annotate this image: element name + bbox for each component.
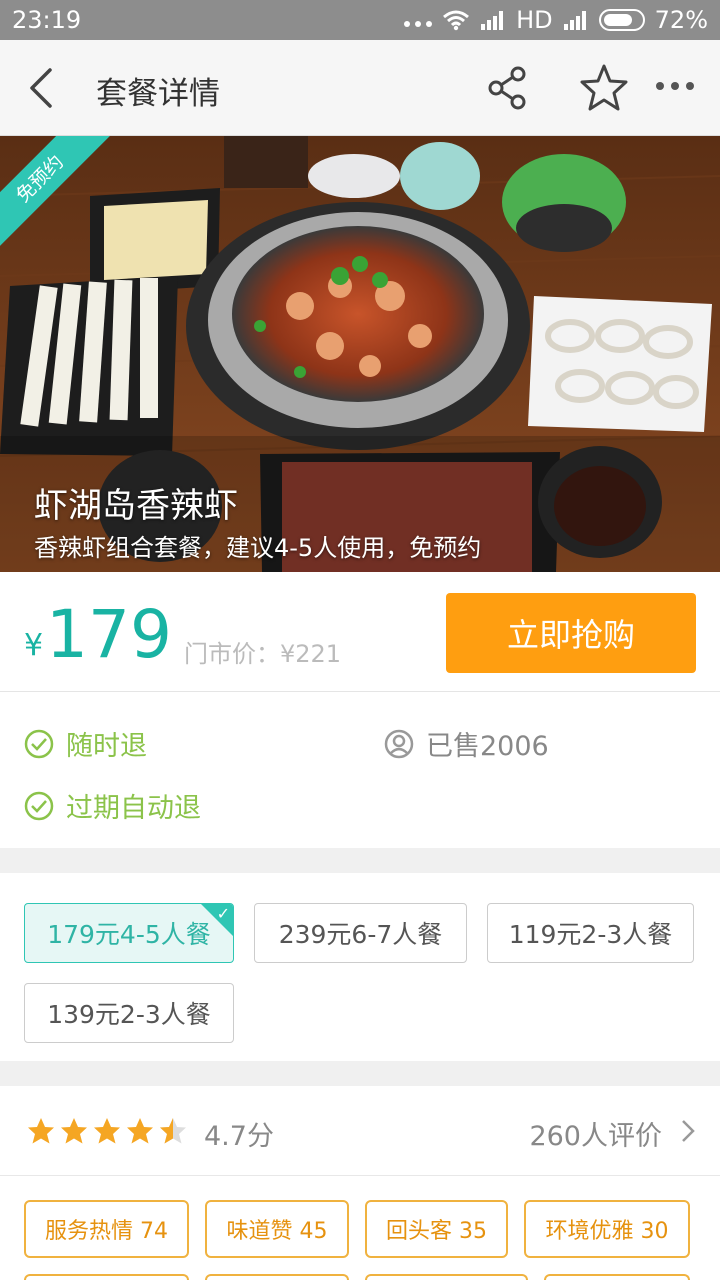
review-tag-partial[interactable] [205,1274,349,1280]
review-tag-partial[interactable] [544,1274,690,1280]
signal-icon-2 [563,11,586,30]
option-label: 119元2-3人餐 [508,920,673,949]
battery-level: 72% [654,6,708,34]
option-label: 239元6-7人餐 [278,920,443,949]
currency-symbol: ¥ [24,628,44,663]
back-arrow-icon[interactable] [20,64,64,112]
rating-score: 4.7分 [204,1121,274,1152]
review-tag-partial[interactable] [365,1274,528,1280]
feature-sold-count: 已售2006 [384,724,549,763]
deal-features: 随时退 已售2006 过期自动退 [0,692,720,848]
option-package-3[interactable]: 119元2-3人餐 [487,903,694,963]
page-title: 套餐详情 [96,76,220,112]
sold-count: 已售2006 [426,731,549,762]
star-full-icon [94,1118,120,1144]
feature-label: 过期自动退 [66,793,201,824]
review-tag[interactable]: 服务热情 74 [24,1200,189,1258]
original-price: 门市价：¥221 [184,640,342,668]
star-rating [26,1116,188,1146]
star-full-icon [28,1118,54,1144]
hero-image[interactable]: 免预约 虾湖岛香辣虾 香辣虾组合套餐，建议4-5人使用，免预约 [0,136,720,572]
star-full-icon [127,1118,153,1144]
chevron-right-icon[interactable] [680,1118,696,1144]
deal-subtitle: 香辣虾组合套餐，建议4-5人使用，免预约 [34,534,482,562]
checkmark-icon: ✓ [216,904,230,923]
review-tag[interactable]: 味道赞 45 [205,1200,349,1258]
user-circle-icon [384,729,414,758]
network-type: HD [516,6,553,34]
status-bar: 23:19 HD 72% [0,0,720,40]
deal-title: 虾湖岛香辣虾 [34,486,238,526]
deal-price: 179 [46,596,172,673]
feature-auto-refund: 过期自动退 [24,786,201,825]
feature-label: 随时退 [66,731,147,762]
check-circle-icon [24,729,54,758]
review-tag-partial[interactable] [24,1274,189,1280]
review-tag[interactable]: 环境优雅 30 [524,1200,690,1258]
more-menu-icon[interactable] [656,82,694,90]
review-count[interactable]: 260人评价 [529,1114,662,1153]
signal-icon [481,11,504,30]
feature-refund-anytime: 随时退 [24,724,147,763]
option-label: 179元4-5人餐 [47,920,211,949]
battery-icon [598,9,645,31]
option-package-4[interactable]: 139元2-3人餐 [24,983,234,1043]
buy-now-button[interactable]: 立即抢购 [446,593,696,673]
wifi-icon [443,10,470,31]
nav-bar: 套餐详情 [0,40,720,136]
favorite-star-icon[interactable] [578,62,630,114]
option-label: 139元2-3人餐 [47,1000,211,1029]
share-icon[interactable] [484,64,532,112]
star-half-icon [160,1118,186,1144]
status-icons: HD 72% [404,6,708,34]
check-circle-icon [24,791,54,820]
star-full-icon [61,1118,87,1144]
rating-row[interactable]: 4.7分 260人评价 [0,1086,720,1176]
package-options: 179元4-5人餐 ✓ 239元6-7人餐 119元2-3人餐 139元2-3人… [0,873,720,1061]
more-dots-icon [404,21,433,27]
review-tag[interactable]: 回头客 35 [365,1200,508,1258]
price-bar: ¥ 179 门市价：¥221 立即抢购 [0,572,720,692]
option-package-1[interactable]: 179元4-5人餐 ✓ [24,903,234,963]
status-time: 23:19 [12,6,82,34]
option-package-2[interactable]: 239元6-7人餐 [254,903,467,963]
review-tags: 服务热情 74 味道赞 45 回头客 35 环境优雅 30 [0,1176,720,1280]
